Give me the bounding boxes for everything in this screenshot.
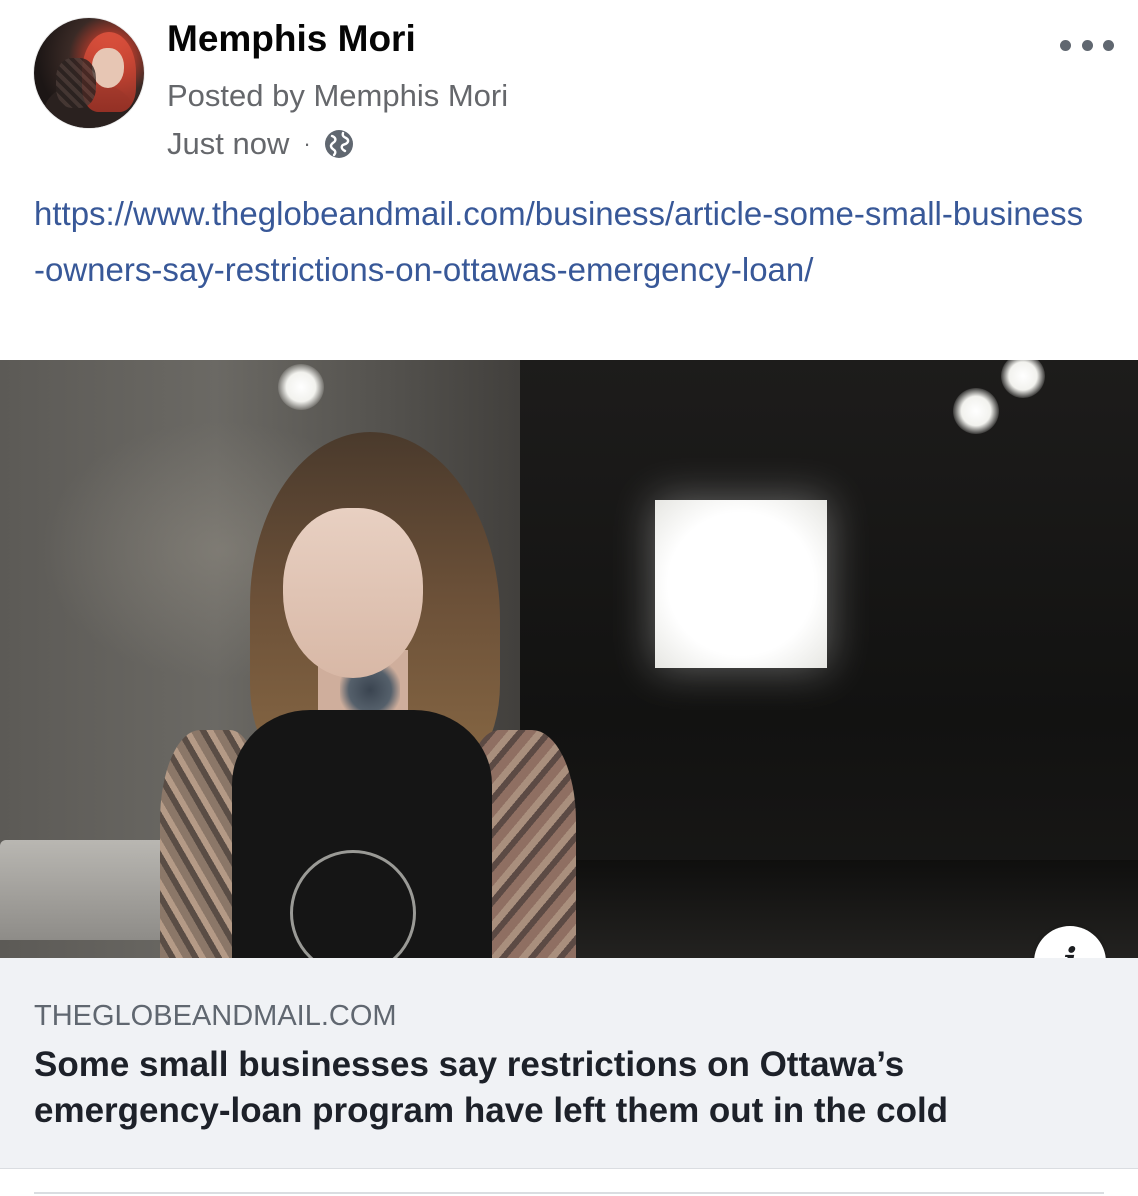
author-avatar[interactable] [34, 18, 144, 128]
more-options-icon[interactable] [1060, 30, 1114, 60]
more-dot [1081, 39, 1093, 51]
link-title[interactable]: Some small businesses say restrictions o… [34, 1042, 1104, 1134]
avatar-face-shape [92, 48, 124, 88]
link-preview-image[interactable] [0, 360, 1138, 958]
image-window [655, 500, 827, 668]
post-divider [34, 1192, 1104, 1194]
avatar-tattoo-shape [56, 58, 96, 108]
link-preview-caption[interactable]: THEGLOBEANDMAIL.COM Some small businesse… [0, 958, 1138, 1169]
image-ceiling-light [278, 364, 324, 410]
more-dot [1103, 39, 1114, 51]
globe-icon[interactable] [323, 128, 355, 160]
timestamp[interactable]: Just now [167, 126, 289, 162]
person-face [283, 508, 423, 678]
post-link-url[interactable]: https://www.theglobeandmail.com/business… [34, 186, 1094, 298]
posted-by-text[interactable]: Posted by Memphis Mori [167, 78, 508, 114]
image-ceiling-light [953, 388, 999, 434]
meta-separator: · [303, 131, 311, 156]
post-meta: Just now · [167, 124, 355, 164]
facebook-post: Memphis Mori Posted by Memphis Mori Just… [0, 0, 1138, 1196]
link-domain: THEGLOBEANDMAIL.COM [34, 1000, 397, 1032]
author-name[interactable]: Memphis Mori [167, 18, 416, 60]
more-dot [1060, 39, 1071, 51]
